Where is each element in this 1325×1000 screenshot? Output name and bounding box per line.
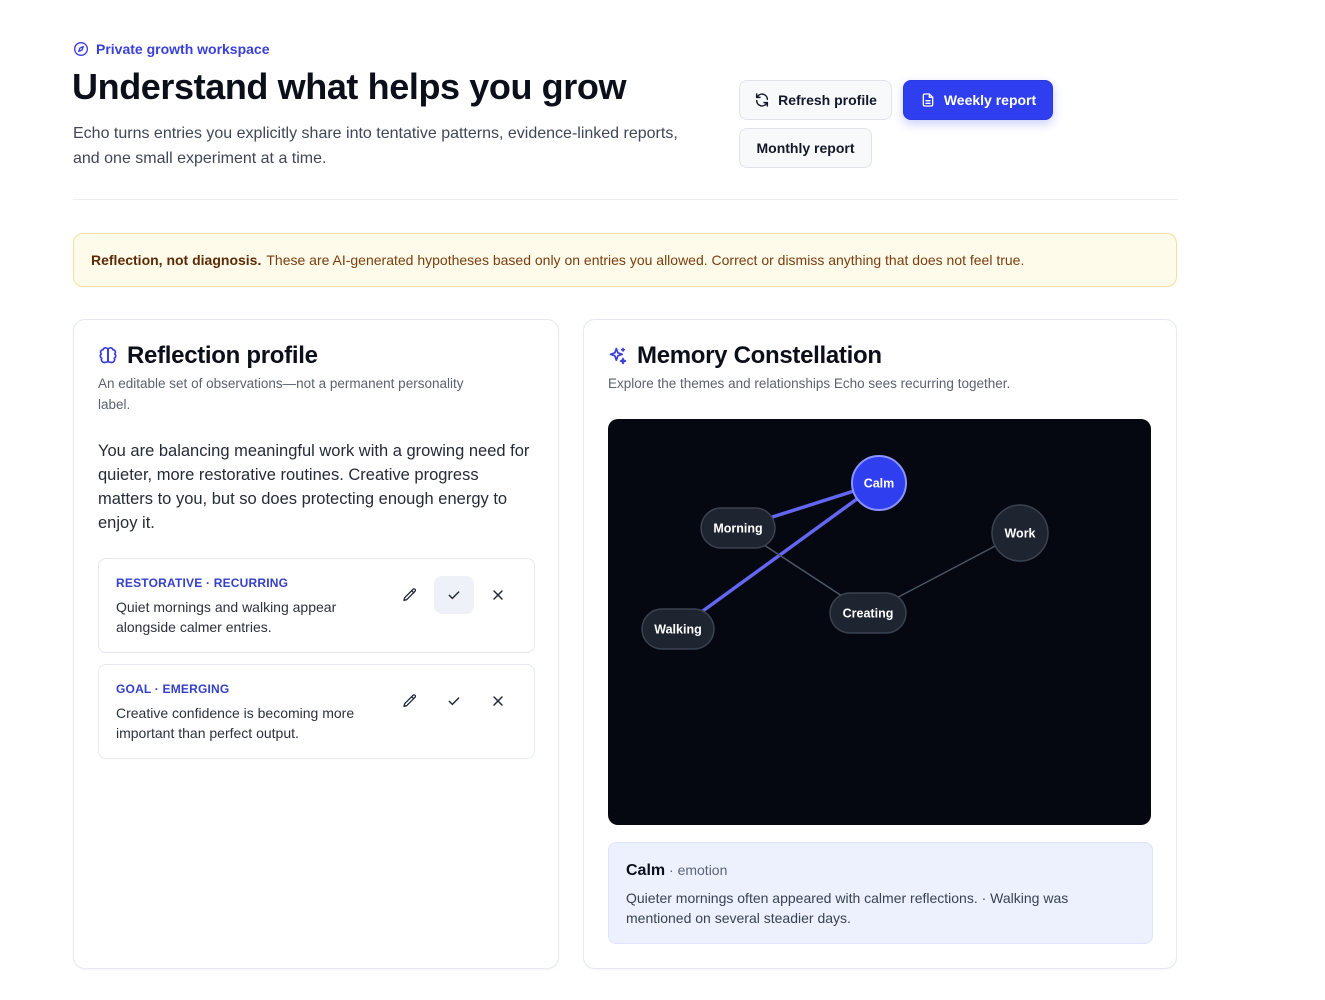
pencil-icon <box>403 694 417 707</box>
monthly-report-label: Monthly report <box>756 140 855 156</box>
observation-actions <box>390 682 518 720</box>
node-work[interactable]: Work <box>991 504 1049 562</box>
dismiss-observation-button[interactable] <box>478 682 518 720</box>
workspace-eyebrow: Private growth workspace <box>73 41 270 57</box>
constellation-svg: Calm Morning Work Creating Walking <box>641 455 1049 650</box>
observation-tag: GOAL · EMERGING <box>116 682 230 696</box>
check-icon <box>448 697 460 706</box>
pencil-icon <box>403 588 417 601</box>
document-icon <box>922 93 934 107</box>
node-walking[interactable]: Walking <box>641 608 715 650</box>
node-label: Creating <box>843 607 894 621</box>
observation-actions <box>390 576 518 614</box>
node-label: Morning <box>713 522 762 536</box>
reflection-profile-card: Reflection profile An editable set of ob… <box>73 319 559 969</box>
page-description: Echo turns entries you explicitly share … <box>73 125 678 167</box>
observation-text: Creative confidence is becoming more imp… <box>116 705 355 741</box>
detail-heading: Calm · emotion <box>626 862 727 880</box>
selected-node-detail: Calm · emotion Quieter mornings often ap… <box>608 842 1153 944</box>
node-morning[interactable]: Morning <box>700 507 776 549</box>
disclaimer-banner: Reflection, not diagnosis. These are AI-… <box>73 233 1177 287</box>
weekly-report-button[interactable]: Weekly report <box>903 80 1053 120</box>
header-divider <box>73 199 1178 200</box>
memory-constellation-subtitle: Explore the themes and relationships Ech… <box>608 376 1011 391</box>
brain-icon <box>99 346 117 364</box>
growth-workspace-page: Private growth workspace Understand what… <box>0 0 1325 1000</box>
dismiss-observation-button[interactable] <box>478 576 518 614</box>
eyebrow-label: Private growth workspace <box>96 41 270 57</box>
edit-observation-button[interactable] <box>390 682 430 720</box>
confirm-observation-button[interactable] <box>434 682 474 720</box>
reflection-profile-heading: Reflection profile <box>98 342 318 370</box>
node-label: Work <box>1004 527 1035 541</box>
observation-card: RESTORATIVE · RECURRING Quiet mornings a… <box>98 558 535 653</box>
confirm-observation-button[interactable] <box>434 576 474 614</box>
observation-text: Quiet mornings and walking appear alongs… <box>116 599 337 635</box>
memory-constellation-title: Memory Constellation <box>637 342 882 369</box>
refresh-profile-button[interactable]: Refresh profile <box>739 80 892 120</box>
detail-node-kind: · emotion <box>665 862 728 878</box>
observation-card: GOAL · EMERGING Creative confidence is b… <box>98 664 535 759</box>
sparkles-icon <box>609 347 627 365</box>
refresh-icon <box>756 93 769 107</box>
detail-node-name: Calm <box>626 862 666 879</box>
refresh-profile-label: Refresh profile <box>778 92 877 108</box>
node-calm[interactable]: Calm <box>851 455 907 511</box>
weekly-report-label: Weekly report <box>943 92 1037 108</box>
observation-tag: RESTORATIVE · RECURRING <box>116 576 289 590</box>
reflection-profile-subtitle: An editable set of observations—not a pe… <box>98 376 464 412</box>
constellation-graph[interactable]: Calm Morning Work Creating Walking <box>608 419 1151 825</box>
profile-summary: You are balancing meaningful work with a… <box>98 442 530 532</box>
compass-icon <box>74 42 88 56</box>
monthly-report-button[interactable]: Monthly report <box>739 128 872 168</box>
close-icon <box>493 696 503 706</box>
node-label: Walking <box>654 623 701 637</box>
close-icon <box>493 590 503 600</box>
page-title: Understand what helps you grow <box>72 66 627 107</box>
constellation-nodes: Calm Morning Work Creating Walking <box>641 455 1049 650</box>
node-creating[interactable]: Creating <box>829 592 907 634</box>
memory-constellation-card: Memory Constellation Explore the themes … <box>583 319 1177 969</box>
memory-constellation-heading: Memory Constellation <box>608 342 882 370</box>
node-label: Calm <box>864 477 895 491</box>
reflection-profile-title: Reflection profile <box>127 342 318 369</box>
disclaimer-text: These are AI-generated hypotheses based … <box>266 252 1025 268</box>
detail-description: Quieter mornings often appeared with cal… <box>626 890 1069 926</box>
disclaimer-strong: Reflection, not diagnosis. <box>91 252 262 268</box>
check-icon <box>448 591 460 600</box>
edit-observation-button[interactable] <box>390 576 430 614</box>
